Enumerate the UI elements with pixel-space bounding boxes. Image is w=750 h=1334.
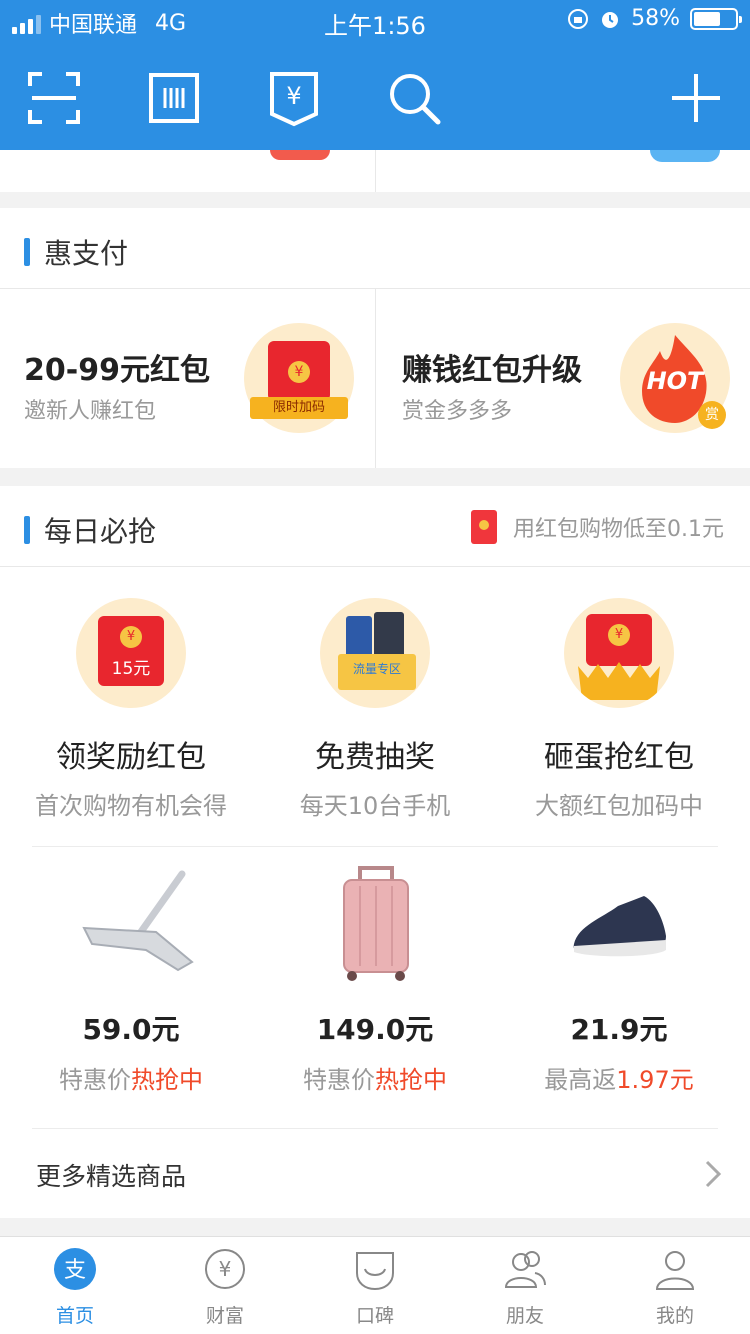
daily-item-name: 砸蛋抢红包 bbox=[544, 740, 694, 775]
daily-item-reward-redpacket[interactable]: ¥ 15元 领奖励红包 首次购物有机会得 bbox=[6, 598, 256, 821]
product-tag: 特惠价热抢中 bbox=[59, 1066, 203, 1094]
friends-icon bbox=[504, 1251, 546, 1288]
daily-item-smash-egg[interactable]: ¥ 砸蛋抢红包 大额红包加码中 bbox=[494, 598, 744, 821]
daily-item-name: 领奖励红包 bbox=[56, 740, 206, 775]
limited-badge: 限时加码 bbox=[250, 397, 348, 419]
promo-right-subtitle: 赏金多多多 bbox=[402, 399, 513, 424]
tab-friends[interactable]: 朋友 bbox=[450, 1237, 600, 1334]
hui-pay-card: 惠支付 20-99元红包 邀新人赚红包 ¥ 限时加码 赚钱红包升级 赏金多多多 … bbox=[0, 208, 750, 468]
product-tag: 特惠价热抢中 bbox=[303, 1066, 447, 1094]
promo-earn-redpacket[interactable]: 赚钱红包升级 赏金多多多 HOT 赏 bbox=[376, 289, 750, 468]
plus-icon[interactable] bbox=[666, 68, 726, 128]
svg-text:¥: ¥ bbox=[219, 1257, 232, 1281]
lottery-box-icon: 流量专区 bbox=[320, 598, 430, 708]
promo-right-title: 赚钱红包升级 bbox=[402, 353, 582, 388]
product-tag: 最高返1.97元 bbox=[544, 1066, 694, 1094]
tab-bar: 支 首页 ¥ 财富 口碑 朋友 我的 bbox=[0, 1236, 750, 1334]
redpacket-icon bbox=[471, 510, 497, 544]
section-marker bbox=[24, 238, 30, 266]
promo-new-user-redpacket[interactable]: 20-99元红包 邀新人赚红包 ¥ 限时加码 bbox=[0, 289, 375, 468]
hui-pay-title: 惠支付 bbox=[44, 237, 129, 270]
daily-item-name: 免费抽奖 bbox=[315, 740, 435, 775]
product-price: 149.0元 bbox=[316, 1013, 434, 1046]
hidden-card-remnant bbox=[0, 150, 750, 192]
svg-text:支: 支 bbox=[64, 1258, 86, 1283]
koubei-icon bbox=[356, 1252, 394, 1291]
reward-badge: 赏 bbox=[698, 401, 726, 429]
promo-left-title: 20-99元红包 bbox=[24, 353, 210, 388]
status-bar: 中国联通 4G 上午1:56 58% bbox=[0, 0, 750, 42]
tab-mine[interactable]: 我的 bbox=[600, 1237, 750, 1334]
barcode-icon[interactable] bbox=[144, 68, 204, 128]
mop-image bbox=[6, 866, 256, 986]
yuan-circle-icon: ¥ bbox=[205, 1249, 245, 1289]
product-mop[interactable]: 59.0元 特惠价热抢中 bbox=[6, 866, 256, 1095]
search-icon[interactable] bbox=[384, 68, 444, 128]
chevron-right-icon bbox=[705, 1160, 722, 1188]
collect-money-icon[interactable]: ¥ bbox=[264, 68, 324, 128]
product-shoe[interactable]: 21.9元 最高返1.97元 bbox=[494, 866, 744, 1095]
smash-egg-icon: ¥ bbox=[564, 598, 674, 708]
tab-koubei[interactable]: 口碑 bbox=[300, 1237, 450, 1334]
alipay-home: 中国联通 4G 上午1:56 58% ¥ 惠支付 20-99元红包 邀新人赚红包… bbox=[0, 0, 750, 1334]
battery-icon bbox=[690, 7, 742, 30]
tab-label: 朋友 bbox=[505, 1305, 544, 1327]
scan-icon[interactable] bbox=[24, 68, 84, 128]
toolbar: ¥ bbox=[0, 58, 750, 138]
redpacket-amount: 15元 bbox=[111, 659, 151, 679]
tab-label: 财富 bbox=[205, 1305, 244, 1327]
alipay-icon: 支 bbox=[54, 1248, 96, 1290]
product-price: 21.9元 bbox=[570, 1013, 668, 1046]
daily-item-free-lottery[interactable]: 流量专区 免费抽奖 每天10台手机 bbox=[250, 598, 500, 821]
daily-item-desc: 大额红包加码中 bbox=[535, 792, 703, 820]
hot-badge: HOT bbox=[646, 367, 704, 395]
tab-home[interactable]: 支 首页 bbox=[0, 1237, 150, 1334]
daily-header: 每日必抢 bbox=[24, 510, 156, 550]
battery-percent: 58% bbox=[631, 6, 680, 31]
section-marker bbox=[24, 516, 30, 544]
daily-item-desc: 每天10台手机 bbox=[299, 792, 451, 820]
person-icon bbox=[655, 1251, 695, 1290]
red-circle-partial bbox=[270, 150, 330, 160]
hui-pay-header: 惠支付 bbox=[24, 232, 128, 272]
suitcase-image bbox=[250, 866, 500, 986]
shoe-image bbox=[494, 866, 744, 986]
promo-left-subtitle: 邀新人赚红包 bbox=[24, 399, 157, 424]
top-bar: 中国联通 4G 上午1:56 58% ¥ bbox=[0, 0, 750, 150]
svg-text:¥: ¥ bbox=[286, 82, 301, 110]
rotation-lock-icon bbox=[568, 8, 589, 29]
reward-redpacket-icon: ¥ 15元 bbox=[76, 598, 186, 708]
tab-wealth[interactable]: ¥ 财富 bbox=[150, 1237, 300, 1334]
product-suitcase[interactable]: 149.0元 特惠价热抢中 bbox=[250, 866, 500, 1095]
tab-label: 口碑 bbox=[355, 1305, 394, 1327]
more-products-label: 更多精选商品 bbox=[36, 1162, 187, 1191]
product-price: 59.0元 bbox=[82, 1013, 180, 1046]
hot-fire-illustration: HOT 赏 bbox=[620, 323, 730, 433]
tab-label: 我的 bbox=[655, 1305, 694, 1327]
redpacket-illustration: ¥ 限时加码 bbox=[244, 323, 354, 433]
blue-circle-partial bbox=[650, 150, 720, 162]
alarm-icon bbox=[602, 11, 619, 28]
daily-deals-card: 每日必抢 用红包购物低至0.1元 ¥ 15元 领奖励红包 首次购物有机会得 流量… bbox=[0, 486, 750, 1218]
tab-label: 首页 bbox=[55, 1305, 94, 1327]
daily-title: 每日必抢 bbox=[44, 515, 157, 548]
daily-item-desc: 首次购物有机会得 bbox=[35, 792, 227, 820]
daily-hint-text: 用红包购物低至0.1元 bbox=[513, 517, 724, 542]
daily-hint[interactable]: 用红包购物低至0.1元 bbox=[471, 510, 724, 544]
more-products-row[interactable]: 更多精选商品 bbox=[0, 1129, 750, 1218]
traffic-zone-badge: 流量专区 bbox=[352, 662, 401, 676]
